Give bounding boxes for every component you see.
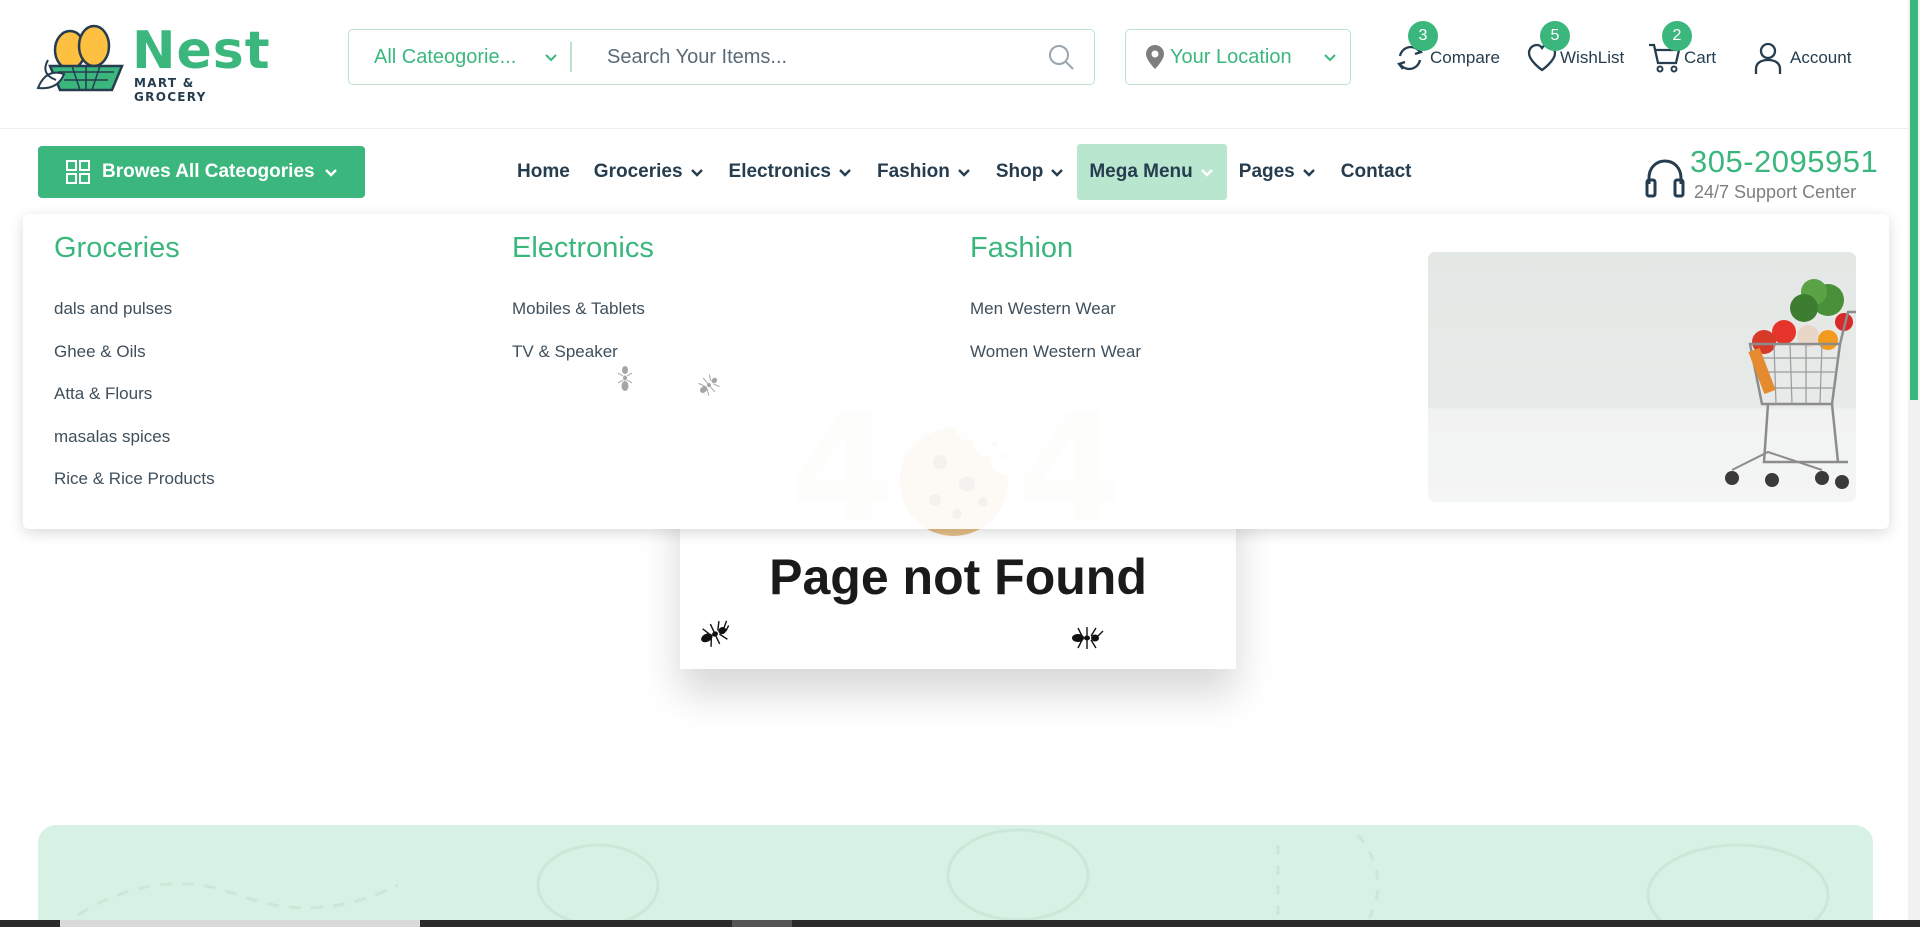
error-title: Page not Found: [769, 549, 1147, 605]
ant-icon: [701, 620, 730, 647]
ant-icon: [1072, 627, 1104, 649]
location-select[interactable]: Your Location: [1125, 29, 1351, 85]
mega-link[interactable]: Ghee & Oils: [54, 342, 215, 385]
wishlist-link[interactable]: 5 WishList: [1526, 21, 1625, 78]
nav-item-label: Groceries: [593, 161, 683, 182]
nav-item-pages[interactable]: Pages: [1227, 144, 1329, 200]
chevron-down-icon: [545, 54, 557, 62]
basket-logo-icon: [36, 24, 124, 92]
nav-item-home[interactable]: Home: [505, 144, 582, 200]
mega-link[interactable]: masalas spices: [54, 427, 215, 470]
map-pin-icon: [1146, 45, 1164, 69]
search-bar: All Cateogorie...: [348, 29, 1095, 85]
mega-link[interactable]: dals and pulses: [54, 299, 215, 342]
nav-item-groceries[interactable]: Groceries: [582, 144, 717, 200]
compare-label: Compare: [1430, 48, 1500, 67]
chevron-down-icon: [1302, 169, 1315, 177]
compare-link[interactable]: 3 Compare: [1392, 21, 1500, 78]
decorative-pattern: [77, 828, 1830, 927]
nav-item-label: Home: [517, 161, 570, 182]
wishlist-label: WishList: [1560, 48, 1625, 67]
user-icon: [1754, 42, 1782, 74]
category-select-label: All Cateogorie...: [374, 45, 517, 68]
mega-column-title[interactable]: Electronics: [512, 232, 654, 265]
nav-item-label: Mega Menu: [1089, 161, 1193, 182]
chevron-down-icon: [1324, 54, 1336, 62]
mega-column-title[interactable]: Groceries: [54, 232, 215, 265]
taskbar-item[interactable]: [732, 920, 792, 927]
logo-tagline: MART & GROCERY: [134, 76, 207, 104]
os-taskbar: [0, 920, 1920, 927]
nav-item-shop[interactable]: Shop: [984, 144, 1078, 200]
newsletter-banner: [38, 825, 1873, 927]
nav-item-label: Fashion: [876, 161, 950, 182]
mega-link[interactable]: Atta & Flours: [54, 384, 215, 427]
mega-link[interactable]: TV & Speaker: [512, 342, 654, 385]
ant-icon: [698, 374, 720, 396]
chevron-down-icon: [1051, 169, 1064, 177]
nav-item-label: Pages: [1238, 161, 1295, 182]
chevron-down-icon: [690, 169, 703, 177]
promo-image-grocery-cart[interactable]: [1428, 252, 1856, 502]
scrollbar-thumb[interactable]: [1910, 0, 1918, 400]
primary-menu: Home Groceries Electronics Fashion Shop …: [505, 144, 1423, 200]
nav-item-label: Contact: [1340, 161, 1412, 182]
location-label: Your Location: [1170, 45, 1292, 68]
mega-link[interactable]: Mobiles & Tablets: [512, 299, 654, 342]
nav-item-mega-menu[interactable]: Mega Menu: [1077, 144, 1227, 200]
nav-item-label: Electronics: [728, 161, 831, 182]
mega-column-groceries: Groceries dals and pulses Ghee & Oils At…: [54, 232, 215, 512]
support-contact: 305-2095951 24/7 Support Center: [1642, 140, 1882, 204]
mega-link[interactable]: Rice & Rice Products: [54, 469, 215, 512]
chevron-down-icon: [324, 169, 337, 177]
chevron-down-icon: [957, 169, 970, 177]
browse-categories-label: Browes All Cateogories: [102, 161, 315, 182]
nav-item-electronics[interactable]: Electronics: [717, 144, 865, 200]
search-icon[interactable]: [1048, 44, 1074, 70]
mega-link[interactable]: Men Western Wear: [970, 299, 1141, 342]
logo-name: Nest: [132, 21, 271, 81]
nav-item-fashion[interactable]: Fashion: [865, 144, 984, 200]
cart-count-badge: 2: [1662, 21, 1692, 51]
grid-icon: [66, 160, 90, 184]
compare-count-badge: 3: [1408, 21, 1438, 51]
page-scrollbar[interactable]: [1908, 0, 1920, 927]
category-select[interactable]: All Cateogorie...: [349, 30, 571, 84]
cart-link[interactable]: 2 Cart: [1648, 21, 1717, 78]
mega-column-electronics: Electronics Mobiles & Tablets TV & Speak…: [512, 232, 654, 384]
wishlist-count-badge: 5: [1540, 21, 1570, 51]
mega-column-title[interactable]: Fashion: [970, 232, 1141, 265]
account-link[interactable]: Account: [1754, 38, 1851, 78]
search-divider: [570, 42, 572, 72]
support-subtitle: 24/7 Support Center: [1694, 182, 1857, 202]
browse-categories-button[interactable]: Browes All Cateogories: [38, 146, 365, 198]
ant-icon: [618, 366, 632, 391]
chevron-down-icon: [839, 169, 851, 177]
top-header: Nest MART & GROCERY All Cateogorie... Yo…: [0, 0, 1908, 129]
mega-link[interactable]: Women Western Wear: [970, 342, 1141, 385]
account-label: Account: [1790, 48, 1852, 67]
mega-menu-dropdown: Groceries dals and pulses Ghee & Oils At…: [23, 214, 1889, 529]
search-input[interactable]: [607, 38, 1027, 76]
grocery-cart-illustration: [1725, 279, 1856, 489]
mega-column-fashion: Fashion Men Western Wear Women Western W…: [970, 232, 1141, 384]
nav-item-contact[interactable]: Contact: [1329, 144, 1424, 200]
headset-icon: [1645, 159, 1685, 198]
taskbar-item[interactable]: [60, 920, 420, 927]
cart-label: Cart: [1684, 48, 1717, 67]
nav-item-label: Shop: [995, 161, 1044, 182]
support-phone[interactable]: 305-2095951: [1690, 144, 1878, 180]
main-nav-bar: Browes All Cateogories Home Groceries El…: [0, 130, 1908, 214]
site-logo[interactable]: Nest MART & GROCERY: [36, 22, 270, 104]
chevron-down-icon: [1200, 169, 1213, 177]
